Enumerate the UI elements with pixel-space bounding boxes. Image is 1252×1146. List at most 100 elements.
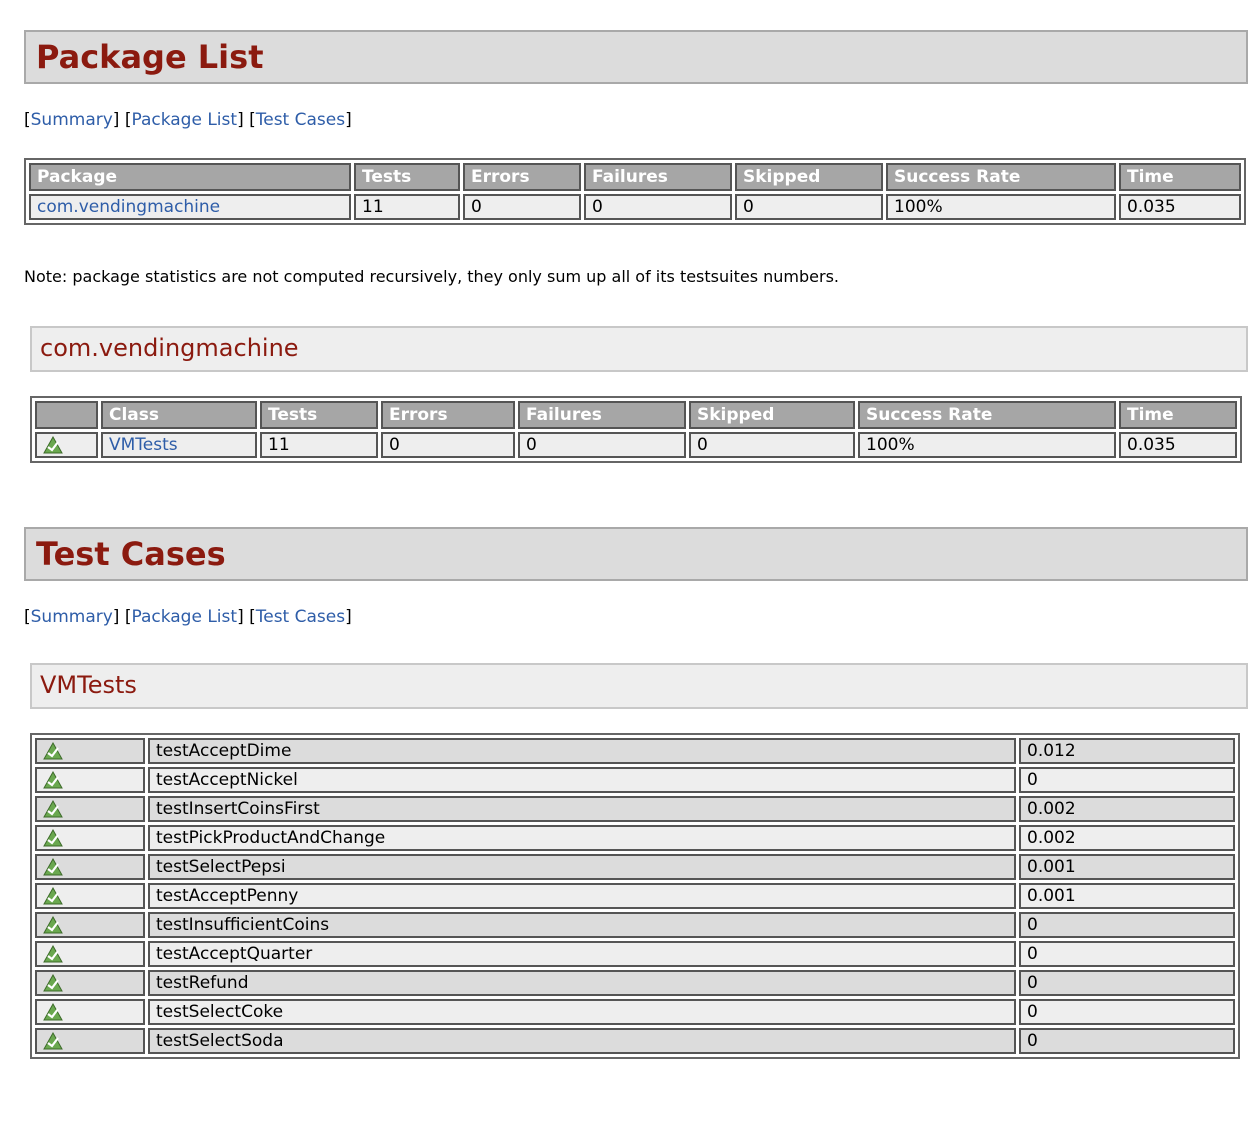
testcase-name-cell: testInsertCoinsFirst [148,796,1016,822]
pass-icon [43,435,63,454]
table-header-row: Package Tests Errors Failures Skipped Su… [29,163,1241,191]
table-row: testSelectPepsi 0.001 [35,854,1235,880]
table-row: testAcceptNickel 0 [35,767,1235,793]
testcase-time-cell: 0.002 [1019,825,1235,851]
table-header-row: Class Tests Errors Failures Skipped Succ… [35,401,1237,429]
summary-link[interactable]: Summary [31,607,113,627]
testcase-time-cell: 0.012 [1019,738,1235,764]
table-row: testInsufficientCoins 0 [35,912,1235,938]
testcase-name-cell: testPickProductAndChange [148,825,1016,851]
status-cell [35,767,145,793]
table-row: testAcceptQuarter 0 [35,941,1235,967]
col-package: Package [29,163,351,191]
report-page: Package List [Summary] [Package List] [T… [24,30,1248,1059]
col-class: Class [101,401,257,429]
table-row: testAcceptDime 0.012 [35,738,1235,764]
package-list-link[interactable]: Package List [131,607,237,627]
errors-cell: 0 [381,432,515,458]
testcase-time-cell: 0 [1019,1028,1235,1054]
package-detail-section: com.vendingmachine Class Tests Errors Fa… [24,326,1248,463]
pass-icon [43,944,63,963]
status-cell [35,1028,145,1054]
col-success-rate: Success Rate [886,163,1116,191]
test-cases-link[interactable]: Test Cases [256,607,345,627]
package-list-table: Package Tests Errors Failures Skipped Su… [24,158,1246,225]
pass-icon [43,886,63,905]
col-failures: Failures [584,163,732,191]
testcase-name-cell: testInsufficientCoins [148,912,1016,938]
success-rate-cell: 100% [886,194,1116,220]
package-list-link[interactable]: Package List [131,110,237,130]
table-row: testInsertCoinsFirst 0.002 [35,796,1235,822]
testcase-time-cell: 0 [1019,999,1235,1025]
table-row: testSelectCoke 0 [35,999,1235,1025]
status-cell [35,738,145,764]
status-cell [35,883,145,909]
table-row: com.vendingmachine 11 0 0 0 100% 0.035 [29,194,1241,220]
skipped-cell: 0 [735,194,883,220]
errors-cell: 0 [463,194,581,220]
col-time: Time [1119,163,1241,191]
col-errors: Errors [381,401,515,429]
col-skipped: Skipped [689,401,855,429]
time-cell: 0.035 [1119,432,1237,458]
testcase-name-cell: testSelectSoda [148,1028,1016,1054]
class-testcases-section: VMTests testAcceptDime 0.012 testAcceptNic… [24,663,1248,1059]
pass-icon [43,1002,63,1021]
time-cell: 0.035 [1119,194,1241,220]
package-list-heading: Package List [24,30,1248,84]
package-detail-heading: com.vendingmachine [30,326,1248,372]
col-tests: Tests [260,401,378,429]
table-row: testSelectSoda 0 [35,1028,1235,1054]
tests-cell: 11 [354,194,460,220]
success-rate-cell: 100% [858,432,1116,458]
col-errors: Errors [463,163,581,191]
pass-icon [43,741,63,760]
testcase-time-cell: 0 [1019,912,1235,938]
col-failures: Failures [518,401,686,429]
testcase-name-cell: testAcceptNickel [148,767,1016,793]
col-status [35,401,98,429]
testcase-time-cell: 0.001 [1019,883,1235,909]
tests-cell: 11 [260,432,378,458]
testcase-time-cell: 0 [1019,941,1235,967]
table-row: VMTests 11 0 0 0 100% 0.035 [35,432,1237,458]
class-link[interactable]: VMTests [109,435,178,455]
status-cell [35,970,145,996]
package-link[interactable]: com.vendingmachine [37,197,220,217]
package-note: Note: package statistics are not compute… [24,267,839,286]
status-cell [35,912,145,938]
nav-links-bottom: [Summary] [Package List] [Test Cases] [24,607,352,627]
table-row: testAcceptPenny 0.001 [35,883,1235,909]
testcase-time-cell: 0.001 [1019,854,1235,880]
test-cases-link[interactable]: Test Cases [256,110,345,130]
testcase-time-cell: 0 [1019,970,1235,996]
testcase-name-cell: testRefund [148,970,1016,996]
test-cases-table: testAcceptDime 0.012 testAcceptNickel 0 test… [30,733,1240,1059]
testcase-name-cell: testAcceptQuarter [148,941,1016,967]
col-tests: Tests [354,163,460,191]
testcase-time-cell: 0 [1019,767,1235,793]
pass-icon [43,973,63,992]
pass-icon [43,770,63,789]
package-cell: com.vendingmachine [29,194,351,220]
failures-cell: 0 [584,194,732,220]
pass-icon [43,799,63,818]
status-cell [35,854,145,880]
pass-icon [43,857,63,876]
class-heading: VMTests [30,663,1248,709]
test-cases-heading: Test Cases [24,527,1248,581]
col-skipped: Skipped [735,163,883,191]
col-time: Time [1119,401,1237,429]
table-row: testPickProductAndChange 0.002 [35,825,1235,851]
testcase-name-cell: testAcceptDime [148,738,1016,764]
status-cell [35,432,98,458]
status-cell [35,941,145,967]
summary-link[interactable]: Summary [31,110,113,130]
status-cell [35,999,145,1025]
testcase-name-cell: testSelectPepsi [148,854,1016,880]
table-row: testRefund 0 [35,970,1235,996]
failures-cell: 0 [518,432,686,458]
package-classes-table: Class Tests Errors Failures Skipped Succ… [30,396,1242,463]
pass-icon [43,1031,63,1050]
